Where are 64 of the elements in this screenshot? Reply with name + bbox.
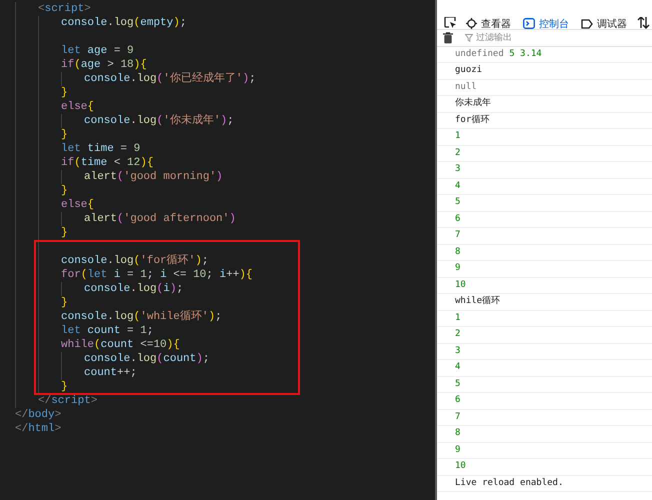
console-message: 10: [437, 278, 652, 294]
code-line: }: [61, 184, 68, 198]
inspector-icon: [466, 18, 477, 29]
console-message: for循环: [437, 112, 652, 129]
console-message: 10: [437, 459, 652, 476]
code-line: <script>: [38, 2, 91, 16]
console-message: 4: [437, 178, 652, 195]
console-message: null: [437, 80, 652, 96]
console-message: 8: [437, 426, 652, 442]
code-line: let count = 1;: [61, 324, 154, 338]
code-line: console.log(empty);: [61, 16, 186, 30]
code-line: console.log('while循环');: [61, 310, 222, 324]
console-message: 3: [437, 162, 652, 178]
code-line: alert('good afternoon'): [84, 212, 236, 226]
up-down-arrows-icon: [636, 16, 650, 29]
console-message: 3: [437, 344, 652, 360]
code-line: console.log('你已经成年了');: [84, 72, 256, 86]
code-line: let time = 9: [61, 142, 140, 156]
code-line: }: [61, 226, 68, 240]
console-message: 4: [437, 360, 652, 376]
console-message: while循环: [437, 294, 652, 310]
code-line: </script>: [38, 394, 98, 408]
console-message: 2: [437, 327, 652, 344]
console-message: 7: [437, 410, 652, 426]
filter-icon: [465, 34, 473, 42]
console-message: undefined 5 3.14: [437, 46, 652, 63]
code-line: console.log(i);: [84, 282, 184, 296]
code-line: console.log('你未成年');: [84, 114, 234, 128]
console-message: 你未成年: [437, 96, 652, 112]
code-line: else{: [61, 198, 94, 212]
code-line: if(time < 12){: [61, 156, 154, 170]
console-message: 6: [437, 212, 652, 228]
console-message: 9: [437, 442, 652, 459]
code-line: }: [61, 128, 68, 142]
code-line: else{: [61, 100, 94, 114]
console-message: guozi: [437, 63, 652, 80]
code-line: let age = 9: [61, 44, 134, 58]
code-line: for(let i = 1; i <= 10; i++){: [61, 268, 253, 282]
devtools-tab[interactable]: 查看器: [461, 16, 516, 29]
tag-icon: [581, 18, 593, 29]
console-message: 5: [437, 195, 652, 212]
console-message: 5: [437, 376, 652, 393]
code-line: while(count <=10){: [61, 338, 180, 352]
devtools-tab[interactable]: 调试器: [576, 16, 632, 29]
console-message: 1: [437, 129, 652, 146]
trash-icon[interactable]: [443, 32, 453, 44]
console-message: 8: [437, 244, 652, 261]
code-line: alert('good morning'): [84, 170, 223, 184]
code-line: if(age > 18){: [61, 58, 147, 72]
console-message: 7: [437, 228, 652, 244]
code-line: }: [61, 380, 68, 394]
code-line: console.log('for循环');: [61, 254, 208, 268]
code-line: count++;: [84, 366, 137, 380]
console-message: Live reload enabled.: [437, 476, 652, 492]
code-line: </html>: [15, 422, 62, 436]
console-message: 6: [437, 393, 652, 410]
code-line: }: [61, 86, 68, 100]
console-message: 9: [437, 261, 652, 278]
code-line: }: [61, 296, 68, 310]
code-line: console.log(count);: [84, 352, 210, 366]
console-message: 2: [437, 146, 652, 162]
console-icon: [523, 18, 535, 29]
code-line: </body>: [15, 408, 62, 422]
console-message: 1: [437, 310, 652, 327]
